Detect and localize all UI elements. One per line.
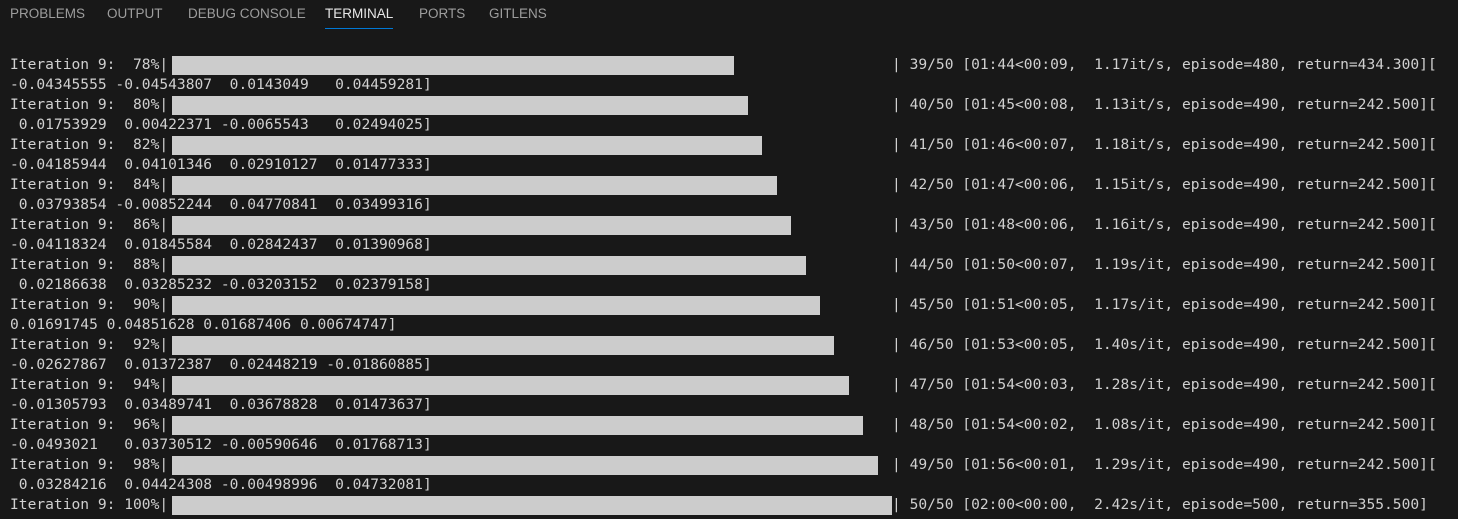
progress-stats: | 46/50 [01:53<00:05, 1.40s/it, episode=… [892,336,1437,353]
progress-label: Iteration 9: 78%| [10,56,169,73]
progress-stats: | 43/50 [01:48<00:06, 1.16it/s, episode=… [892,216,1437,233]
progress-bar-fill [172,496,892,515]
progress-label: Iteration 9: 88%| [10,256,169,273]
observation-values: 0.03284216 0.04424308 -0.00498996 0.0473… [10,476,432,493]
progress-stats: | 41/50 [01:46<00:07, 1.18it/s, episode=… [892,136,1437,153]
progress-label: Iteration 9: 80%| [10,96,169,113]
observation-values: 0.01691745 0.04851628 0.01687406 0.00674… [10,316,397,333]
observation-values: -0.0493021 0.03730512 -0.00590646 0.0176… [10,436,432,453]
progress-bar-fill [172,56,734,75]
progress-stats: | 39/50 [01:44<00:09, 1.17it/s, episode=… [892,56,1437,73]
progress-bar-fill [172,296,820,315]
progress-label: Iteration 9: 98%| [10,456,169,473]
progress-label: Iteration 9: 90%| [10,296,169,313]
progress-stats: | 50/50 [02:00<00:00, 2.42s/it, episode=… [892,496,1428,513]
progress-stats: | 49/50 [01:56<00:01, 1.29s/it, episode=… [892,456,1437,473]
observation-values: -0.04118324 0.01845584 0.02842437 0.0139… [10,236,432,253]
observation-values: 0.01753929 0.00422371 -0.0065543 0.02494… [10,116,432,133]
observation-values: -0.01305793 0.03489741 0.03678828 0.0147… [10,396,432,413]
terminal-output[interactable]: Iteration 9: 78%| | 39/50 [01:44<00:09, 1… [0,0,1458,519]
progress-stats: | 47/50 [01:54<00:03, 1.28s/it, episode=… [892,376,1437,393]
observation-values: 0.02186638 0.03285232 -0.03203152 0.0237… [10,276,432,293]
progress-stats: | 42/50 [01:47<00:06, 1.15it/s, episode=… [892,176,1437,193]
progress-bar-fill [172,256,806,275]
progress-stats: | 45/50 [01:51<00:05, 1.17s/it, episode=… [892,296,1437,313]
observation-values: -0.04185944 0.04101346 0.02910127 0.0147… [10,156,432,173]
progress-bar-fill [172,216,791,235]
progress-bar-fill [172,456,878,475]
progress-label: Iteration 9: 82%| [10,136,169,153]
progress-stats: | 48/50 [01:54<00:02, 1.08s/it, episode=… [892,416,1437,433]
progress-bar-fill [172,176,777,195]
progress-label: Iteration 9: 84%| [10,176,169,193]
progress-stats: | 40/50 [01:45<00:08, 1.13it/s, episode=… [892,96,1437,113]
progress-bar-fill [172,336,834,355]
progress-label: Iteration 9: 94%| [10,376,169,393]
progress-label: Iteration 9: 96%| [10,416,169,433]
progress-bar-fill [172,136,762,155]
observation-values: -0.02627867 0.01372387 0.02448219 -0.018… [10,356,432,373]
progress-label: Iteration 9: 92%| [10,336,169,353]
progress-stats: | 44/50 [01:50<00:07, 1.19s/it, episode=… [892,256,1437,273]
progress-bar-fill [172,96,748,115]
progress-label: Iteration 9: 86%| [10,216,169,233]
observation-values: -0.04345555 -0.04543807 0.0143049 0.0445… [10,76,432,93]
observation-values: 0.03793854 -0.00852244 0.04770841 0.0349… [10,196,432,213]
progress-label: Iteration 9: 100%| [10,496,169,513]
progress-bar-fill [172,416,863,435]
progress-bar-fill [172,376,849,395]
